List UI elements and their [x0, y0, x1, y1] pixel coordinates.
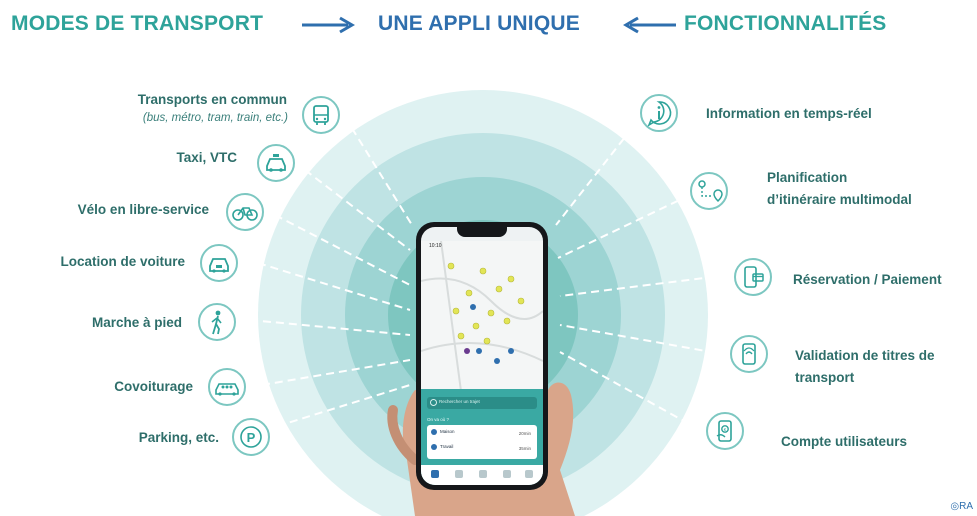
ticket-validation-icon [730, 335, 768, 373]
feature-label-user-account: Compte utilisateurs [781, 434, 908, 449]
work-icon [431, 444, 437, 450]
payment-icon [734, 258, 772, 296]
route-planning-icon [690, 172, 728, 210]
info-icon [640, 94, 678, 132]
car-rental-icon [200, 244, 238, 282]
mode-label-taxi: Taxi, VTC [176, 150, 237, 165]
mode-label-carpool: Covoiturage [114, 379, 193, 394]
brand-logo-watermark: ◎RA [950, 501, 973, 512]
tab-3-icon[interactable] [479, 470, 487, 478]
tab-2-icon[interactable] [455, 470, 463, 478]
mode-label-walking: Marche à pied [91, 315, 182, 330]
favorite-time: 20min [518, 431, 531, 436]
favorite-row-home[interactable]: Maison 20min [431, 429, 533, 441]
status-time: 10:10 [429, 243, 442, 249]
carpool-icon [208, 368, 246, 406]
mode-sublabel-public-transport: (bus, métro, tram, train, etc.) [142, 112, 288, 124]
where-label: On va où ? [427, 417, 450, 422]
phone-notch [457, 227, 507, 237]
feature-label-payment: Réservation / Paiement [793, 272, 942, 287]
favorites-card: Maison 20min Travail 35min [427, 425, 537, 459]
bus-icon [302, 96, 340, 134]
feature-label-validation: Validation de titres de [795, 348, 935, 363]
favorite-label: Maison [440, 429, 455, 435]
parking-icon: P [232, 418, 270, 456]
watermark-text: RA [959, 501, 973, 512]
feature-label-planning-2: d’itinéraire multimodal [767, 192, 912, 207]
bicycle-icon [226, 193, 264, 231]
bottom-sheet: Rechercher un trajet On va où ? Maison 2… [421, 389, 543, 485]
search-input[interactable]: Rechercher un trajet [427, 397, 537, 409]
tab-home-icon[interactable] [431, 470, 439, 478]
tab-4-icon[interactable] [503, 470, 511, 478]
search-icon [430, 399, 437, 406]
feature-label-planning: Planification [767, 170, 848, 185]
feature-label-validation-2: transport [795, 370, 855, 385]
mode-label-bike: Vélo en libre-service [77, 202, 209, 217]
search-placeholder: Rechercher un trajet [439, 399, 480, 404]
logo-icon: ◎ [950, 501, 960, 512]
map-view[interactable]: 10:10 [421, 240, 543, 392]
user-account-icon: € [706, 412, 744, 450]
favorite-row-work[interactable]: Travail 35min [431, 444, 533, 456]
mode-label-car-rental: Location de voiture [60, 254, 185, 269]
home-icon [431, 429, 437, 435]
smartphone: 10:10 Rechercher un trajet On va où ? Ma… [416, 222, 548, 490]
mode-label-public-transport: Transports en commun [137, 92, 287, 107]
tab-bar [421, 465, 543, 485]
taxi-icon [257, 144, 295, 182]
favorite-label: Travail [440, 444, 454, 450]
tab-5-icon[interactable] [525, 470, 533, 478]
svg-text:P: P [247, 430, 256, 445]
phone-screen: 10:10 Rechercher un trajet On va où ? Ma… [421, 227, 543, 485]
feature-label-realtime-info: Information en temps-réel [706, 106, 872, 121]
walking-icon [198, 303, 236, 341]
favorite-time: 35min [518, 446, 531, 451]
mode-label-parking: Parking, etc. [138, 430, 219, 445]
